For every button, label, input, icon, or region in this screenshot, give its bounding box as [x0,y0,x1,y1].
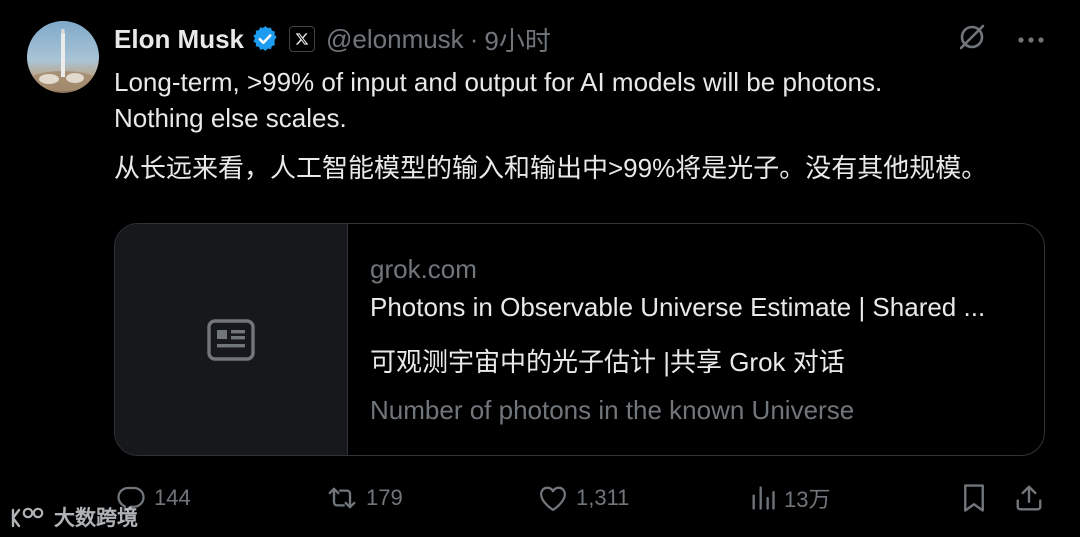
rocket-launch-image [29,29,97,91]
card-description: Number of photons in the known Universe [370,395,855,425]
card-domain: grok.com [370,254,477,284]
like-button[interactable]: 1,311 [538,478,629,518]
verified-badge-icon[interactable] [251,25,279,53]
repost-icon [328,487,356,509]
watermark-logo-icon [11,507,44,528]
avatar[interactable] [27,21,99,93]
views-icon [752,486,775,510]
x-affiliate-badge-icon[interactable] [289,26,316,52]
card-media[interactable] [115,224,348,455]
separator-dot: · [469,23,479,54]
repost-button[interactable]: 179 [326,478,403,518]
like-count: 1,311 [576,485,630,510]
bookmark-icon [964,484,984,512]
views-count: 13万 [784,487,831,512]
card-body: grok.com Photons in Observable Universe … [348,224,1044,455]
article-icon [207,318,255,361]
views-button[interactable]: 13万 [750,478,830,518]
tweet-text-line-1: Long-term, >99% of input and output for … [114,67,883,97]
share-icon [1016,485,1042,511]
author-name[interactable]: Elon Musk [114,24,244,55]
tweet-translation: 从长远来看，人工智能模型的输入和输出中>99%将是光子。没有其他规模。 [114,153,988,183]
card-subtitle: 可观测宇宙中的光子估计 |共享 Grok 对话 [370,347,845,377]
bookmark-button[interactable] [961,478,987,518]
action-bar: 144 179 1,311 13万 [0,478,1080,518]
tweet-text-line-2: Nothing else scales. [114,103,347,133]
reply-count: 144 [154,485,191,510]
watermark-text: 大数跨境 [54,507,138,530]
repost-count: 179 [366,485,403,510]
grok-icon[interactable] [957,22,987,57]
author-handle[interactable]: @elonmusk [326,24,464,55]
link-card[interactable]: grok.com Photons in Observable Universe … [114,223,1045,456]
card-title: Photons in Observable Universe Estimate … [370,292,986,322]
more-options-icon[interactable] [1017,31,1045,49]
heart-icon [540,486,566,511]
watermark: 大数跨境 [10,500,138,534]
tweet-header: Elon Musk @elonmusk · 9小时 [114,22,551,56]
share-button[interactable] [1015,478,1043,518]
post-time[interactable]: 9小时 [484,21,550,58]
top-actions [957,22,1045,57]
